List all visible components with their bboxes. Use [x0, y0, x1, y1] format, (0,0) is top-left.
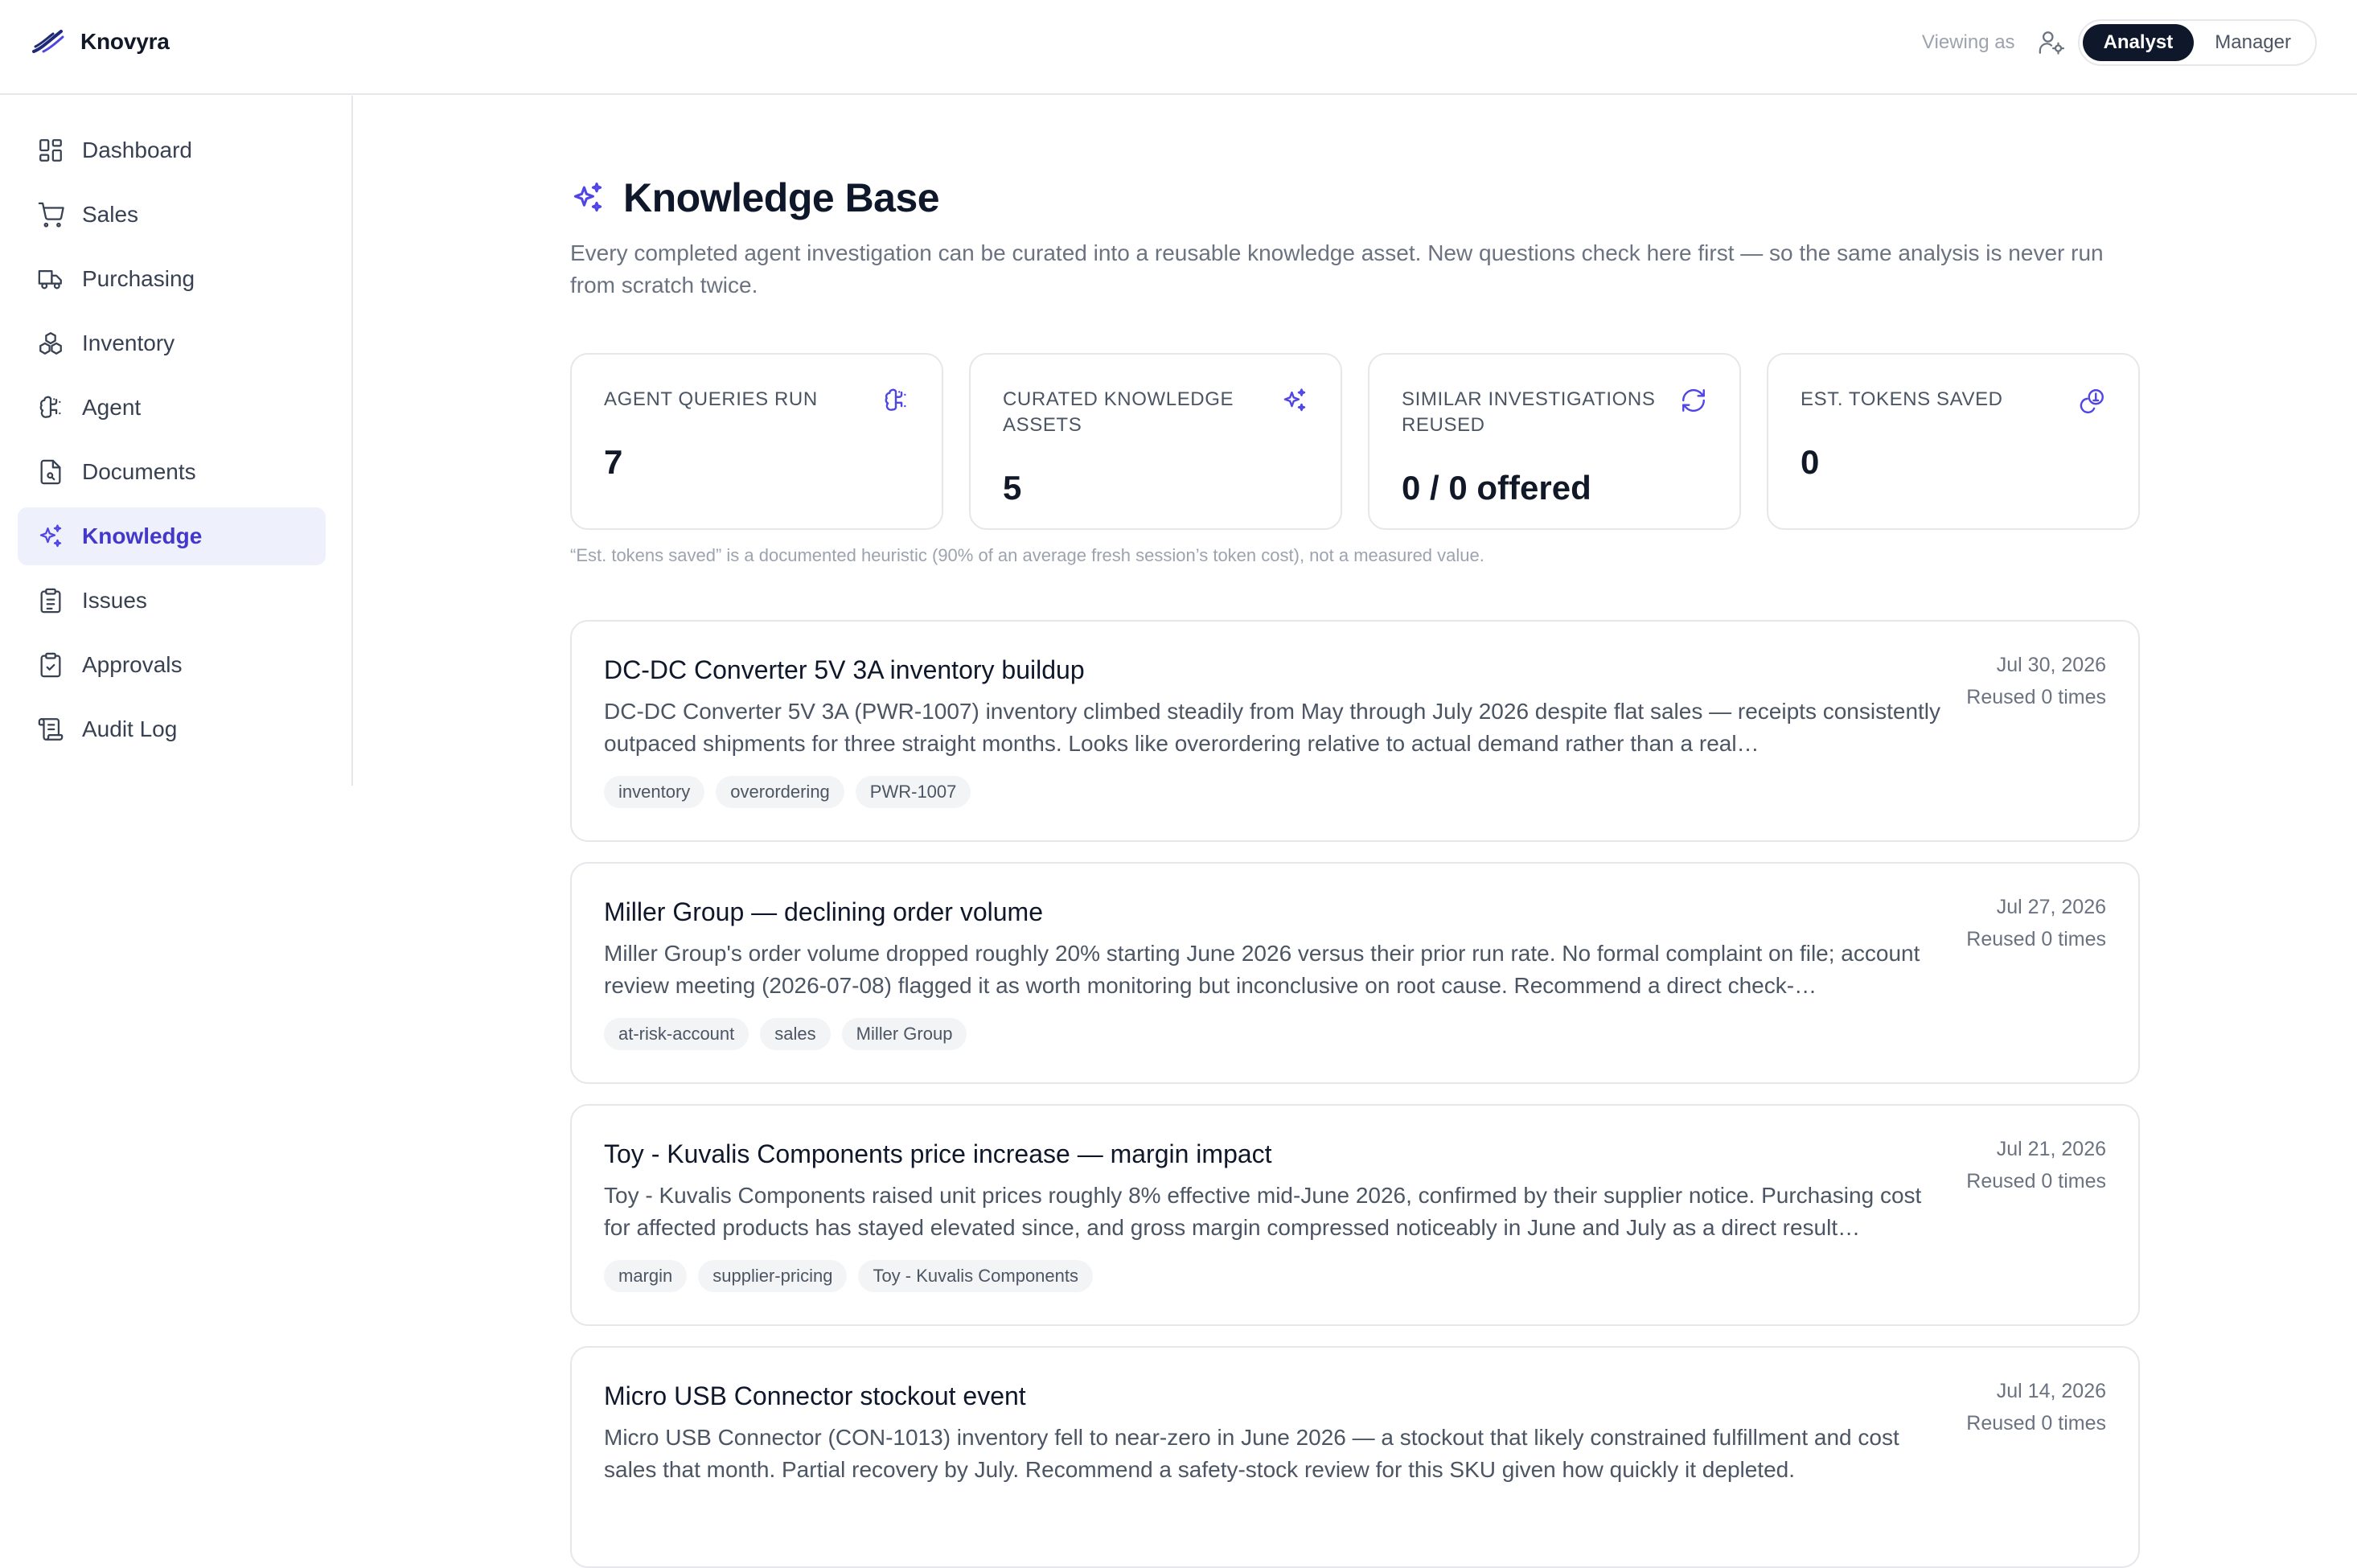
sparkles-icon: [1283, 388, 1306, 412]
tag: Toy - Kuvalis Components: [858, 1260, 1093, 1292]
sidebar-item-label: Sales: [82, 202, 139, 227]
asset-title: Miller Group — declining order volume: [604, 897, 1043, 926]
tag: margin: [604, 1260, 688, 1292]
sidebar-item-purchasing[interactable]: Purchasing: [18, 250, 326, 308]
clipboard-check-icon: [40, 652, 61, 678]
knowledge-asset-card[interactable]: Micro USB Connector stockout event Micro…: [570, 1346, 2140, 1568]
dashboard-icon: [39, 139, 62, 162]
brand[interactable]: Knovyra: [32, 29, 170, 55]
truck-icon: [38, 269, 62, 289]
sidebar-item-label: Purchasing: [82, 266, 195, 291]
sidebar-item-approvals[interactable]: Approvals: [18, 636, 326, 694]
asset-date: Jul 27, 2026: [1996, 896, 2106, 918]
asset-date: Jul 14, 2026: [1996, 1380, 2106, 1402]
stat-value: 0 / 0 offered: [1402, 469, 1591, 507]
asset-date: Jul 21, 2026: [1996, 1138, 2106, 1160]
sidebar-item-label: Documents: [82, 459, 196, 484]
asset-tags: margin supplier-pricing Toy - Kuvalis Co…: [604, 1260, 1104, 1292]
tag: supplier-pricing: [698, 1260, 848, 1292]
sidebar-item-inventory[interactable]: Inventory: [18, 314, 326, 372]
sparkles-icon: [573, 183, 602, 212]
cart-icon: [38, 202, 64, 228]
coins-icon: [2080, 389, 2104, 414]
stat-value: 0: [1801, 443, 1820, 481]
sidebar-item-label: Knowledge: [82, 523, 203, 548]
sidebar-item-label: Approvals: [82, 652, 183, 677]
brand-logo-icon: [32, 30, 64, 53]
stat-label: SIMILAR INVESTIGATIONS REUSED: [1402, 388, 1656, 436]
sidebar-item-label: Issues: [82, 588, 147, 613]
tag: sales: [760, 1018, 831, 1050]
stat-label: AGENT QUERIES RUN: [604, 388, 818, 410]
stat-value: 7: [604, 443, 623, 481]
tag: at-risk-account: [604, 1018, 749, 1050]
sidebar-item-documents[interactable]: Documents: [18, 443, 326, 501]
viewing-as-label: Viewing as: [1921, 31, 2015, 53]
asset-reuse-count: Reused 0 times: [1966, 1170, 2106, 1192]
knowledge-asset-card[interactable]: Miller Group — declining order volume Mi…: [570, 862, 2140, 1084]
knowledge-asset-card[interactable]: Toy - Kuvalis Components price increase …: [570, 1104, 2140, 1326]
asset-title: Toy - Kuvalis Components price increase …: [604, 1139, 1272, 1168]
page-header: Knowledge Base: [570, 174, 940, 221]
asset-date: Jul 30, 2026: [1996, 654, 2106, 676]
sidebar-item-agent[interactable]: Agent: [18, 379, 326, 437]
stat-value: 5: [1003, 469, 1022, 507]
refresh-icon: [1682, 388, 1705, 413]
asset-tags: at-risk-account sales Miller Group: [604, 1018, 978, 1050]
stat-card-curated-assets: CURATED KNOWLEDGE ASSETS 5: [969, 353, 1342, 530]
asset-reuse-count: Reused 0 times: [1966, 928, 2106, 950]
asset-tags: inventory overordering PWR-1007: [604, 776, 982, 808]
user-cog-icon: [2039, 31, 2064, 55]
page-description: Every completed agent investigation can …: [570, 240, 2104, 298]
stat-label: CURATED KNOWLEDGE ASSETS: [1003, 388, 1234, 436]
asset-summary: DC-DC Converter 5V 3A (PWR-1007) invento…: [604, 699, 1941, 756]
sidebar-item-issues[interactable]: Issues: [18, 572, 326, 630]
sidebar-item-label: Dashboard: [82, 138, 192, 162]
stat-card-similar-reused: SIMILAR INVESTIGATIONS REUSED 0 / 0 offe…: [1368, 353, 1741, 530]
stat-card-tokens-saved: EST. TOKENS SAVED 0: [1767, 353, 2140, 530]
stat-label: EST. TOKENS SAVED: [1801, 388, 2003, 410]
brand-name: Knovyra: [80, 29, 170, 54]
page-title: Knowledge Base: [623, 175, 940, 220]
sidebar-item-label: Inventory: [82, 330, 175, 355]
tag: inventory: [604, 776, 705, 808]
sidebar-item-label: Audit Log: [82, 716, 178, 741]
top-header: Knovyra Viewing as Analyst Manager: [0, 0, 2357, 95]
boxes-icon: [39, 332, 62, 355]
asset-summary: Micro USB Connector (CON-1013) inventory…: [604, 1425, 1899, 1482]
sparkles-icon: [39, 524, 62, 548]
sidebar-item-sales[interactable]: Sales: [18, 186, 326, 244]
role-manager-button[interactable]: Manager: [2194, 24, 2312, 61]
asset-reuse-count: Reused 0 times: [1966, 1412, 2106, 1435]
asset-title: Micro USB Connector stockout event: [604, 1381, 1026, 1410]
sidebar-item-knowledge[interactable]: Knowledge: [18, 507, 326, 565]
brain-icon: [39, 396, 61, 418]
document-icon: [40, 459, 61, 485]
tokens-footnote: “Est. tokens saved” is a documented heur…: [570, 545, 1484, 565]
tag: PWR-1007: [855, 776, 971, 808]
knowledge-asset-card[interactable]: DC-DC Converter 5V 3A inventory buildup …: [570, 620, 2140, 842]
asset-title: DC-DC Converter 5V 3A inventory buildup: [604, 655, 1085, 684]
sidebar-item-label: Agent: [82, 395, 142, 420]
brain-icon: [885, 388, 906, 411]
asset-summary: Toy - Kuvalis Components raised unit pri…: [604, 1183, 1922, 1240]
role-switcher: Viewing as Analyst Manager: [1922, 19, 2317, 66]
asset-reuse-count: Reused 0 times: [1966, 686, 2106, 708]
tag: overordering: [716, 776, 844, 808]
stats-row: AGENT QUERIES RUN 7 CURATED KNOWLEDGE AS…: [570, 353, 2140, 530]
role-analyst-button[interactable]: Analyst: [2082, 24, 2195, 61]
asset-summary: Miller Group's order volume dropped roug…: [604, 941, 1920, 998]
tag: Miller Group: [841, 1018, 967, 1050]
role-toggle: Analyst Manager: [2077, 19, 2317, 66]
sidebar-item-audit-log[interactable]: Audit Log: [18, 700, 326, 758]
scroll-icon: [38, 718, 64, 741]
sidebar: Dashboard Sales Purchasing Inventory Age…: [0, 96, 353, 786]
sidebar-item-dashboard[interactable]: Dashboard: [18, 121, 326, 179]
clipboard-list-icon: [40, 588, 61, 614]
stat-card-agent-queries: AGENT QUERIES RUN 7: [570, 353, 943, 530]
